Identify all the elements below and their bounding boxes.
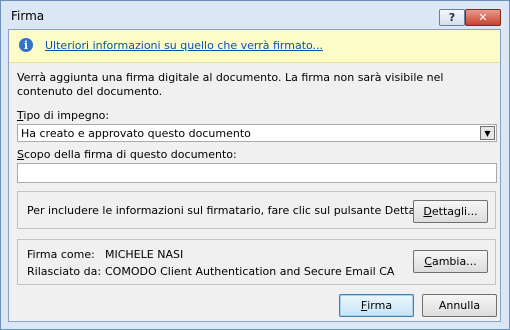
- chevron-down-icon[interactable]: ▼: [480, 126, 495, 140]
- change-button[interactable]: Cambia...: [413, 250, 488, 273]
- details-button[interactable]: Dettagli...: [413, 200, 488, 223]
- info-icon: i: [19, 38, 33, 52]
- commitment-type-select[interactable]: Ha creato e approvato questo documento ▼: [17, 124, 497, 142]
- window-title: Firma: [11, 9, 45, 23]
- description-text: Verrà aggiunta una firma digitale al doc…: [17, 71, 444, 98]
- sign-button[interactable]: Firma: [339, 294, 414, 317]
- info-bar: i Ulteriori informazioni su quello che v…: [9, 30, 500, 63]
- help-icon: ?: [448, 11, 456, 24]
- sign-as-value: MICHELE NASI: [105, 248, 184, 261]
- commitment-type-label: Tipo di impegno:: [17, 109, 110, 122]
- purpose-label: Scopo della firma di questo documento:: [17, 148, 237, 161]
- certificate-group: Firma come: MICHELE NASI Rilasciato da: …: [17, 239, 496, 285]
- sign-as-label: Firma come:: [27, 248, 95, 261]
- cancel-button[interactable]: Annulla: [422, 294, 497, 317]
- signer-info-group: Per includere le informazioni sul firmat…: [17, 191, 496, 229]
- sign-dialog: Firma ? ✕ i Ulteriori informazioni su qu…: [0, 0, 510, 330]
- close-button[interactable]: ✕: [465, 9, 501, 26]
- commitment-type-value: Ha creato e approvato questo documento: [21, 127, 251, 140]
- issued-by-label: Rilasciato da:: [27, 265, 102, 278]
- title-bar[interactable]: Firma ? ✕: [1, 1, 509, 29]
- details-hint-text: Per includere le informazioni sul firmat…: [27, 204, 432, 217]
- more-info-link[interactable]: Ulteriori informazioni su quello che ver…: [45, 39, 323, 52]
- help-button[interactable]: ?: [439, 9, 465, 26]
- purpose-input[interactable]: [17, 163, 497, 183]
- issued-by-value: COMODO Client Authentication and Secure …: [105, 265, 395, 278]
- dialog-body: i Ulteriori informazioni su quello che v…: [8, 29, 501, 322]
- close-icon: ✕: [478, 11, 488, 24]
